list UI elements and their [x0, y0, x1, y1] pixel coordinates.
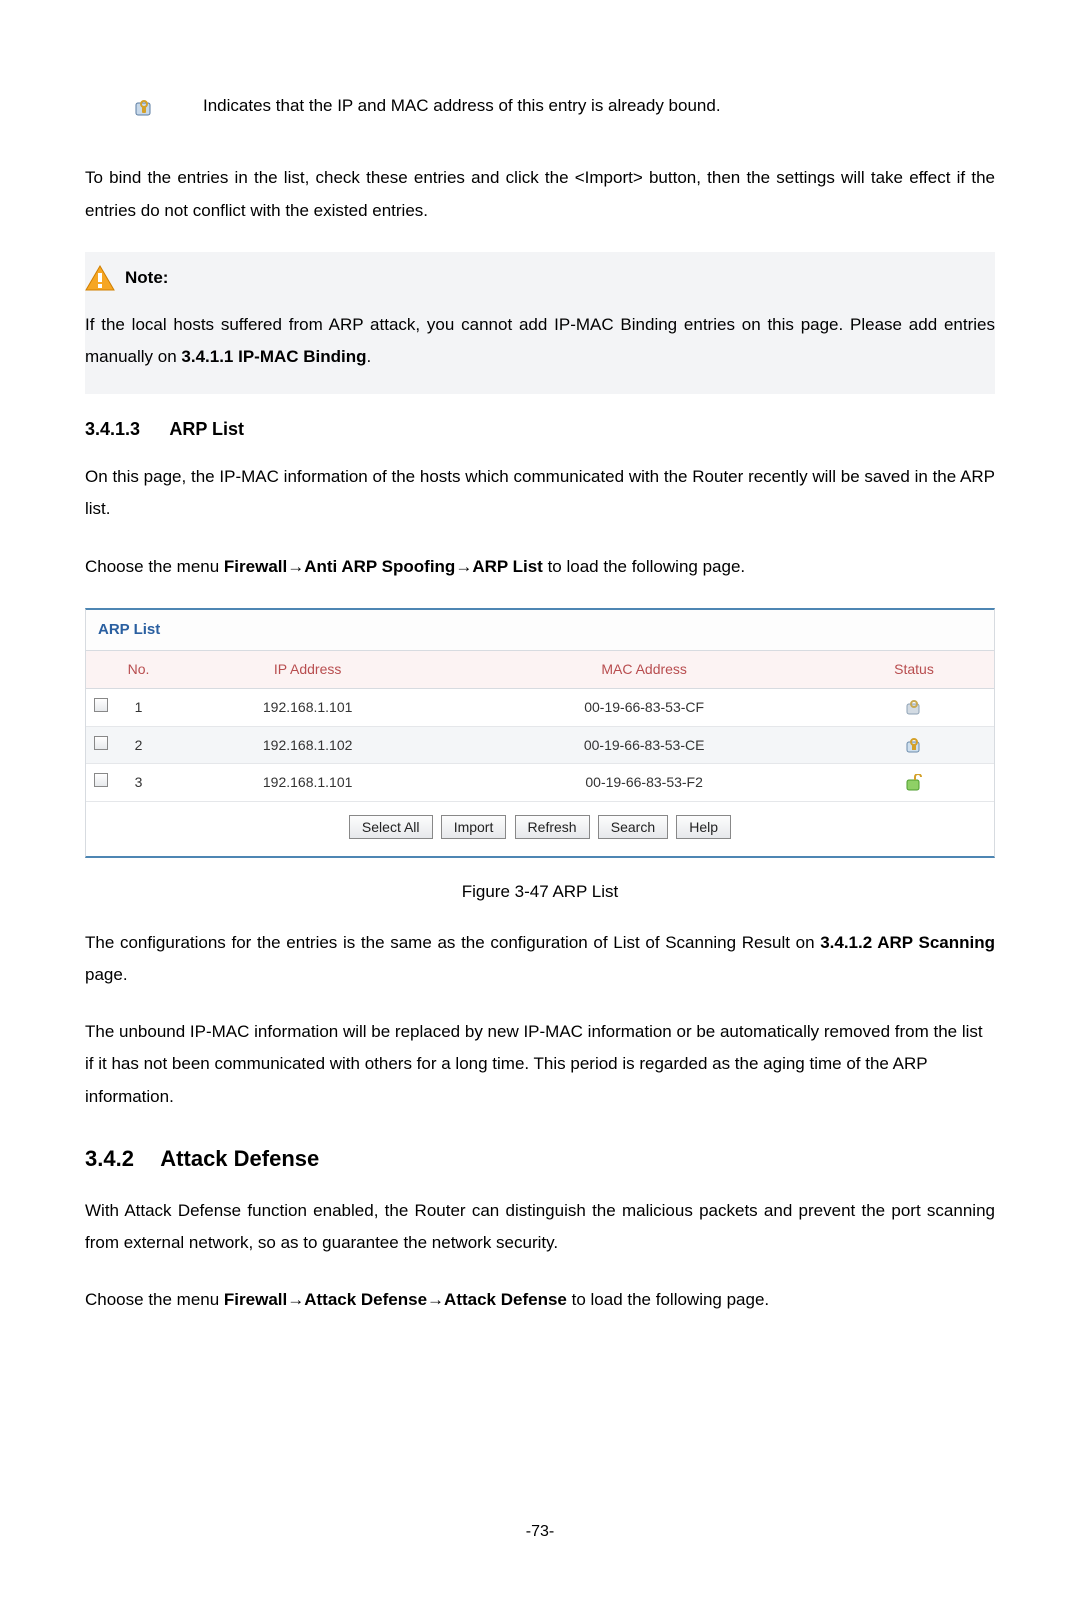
- cell-no: 3: [116, 764, 161, 802]
- figure-caption: Figure 3-47 ARP List: [85, 876, 995, 908]
- row-checkbox[interactable]: [94, 736, 108, 750]
- cell-status: [834, 688, 994, 726]
- cell-no: 1: [116, 688, 161, 726]
- cell-status: [834, 764, 994, 802]
- col-ip: IP Address: [161, 651, 454, 688]
- table-row: 1 192.168.1.101 00-19-66-83-53-CF: [86, 688, 994, 726]
- col-mac: MAC Address: [454, 651, 834, 688]
- note-text-c: .: [367, 347, 372, 366]
- col-status: Status: [834, 651, 994, 688]
- note-text-b: 3.4.1.1 IP-MAC Binding: [181, 347, 366, 366]
- col-checkbox: [86, 651, 116, 688]
- arp-list-title: ARP List: [86, 610, 994, 652]
- arp-button-row: Select All Import Refresh Search Help: [86, 802, 994, 857]
- help-button[interactable]: Help: [676, 815, 731, 839]
- arp-table: No. IP Address MAC Address Status 1 192.…: [86, 651, 994, 801]
- unbound-green-icon: [905, 774, 923, 792]
- page-number: -73-: [85, 1517, 995, 1547]
- heading-number: 3.4.2: [85, 1138, 155, 1180]
- cell-mac: 00-19-66-83-53-CF: [454, 688, 834, 726]
- bound-icon-legend: Indicates that the IP and MAC address of…: [85, 90, 995, 122]
- bound-gray-icon: [905, 699, 923, 717]
- heading-3-4-2: 3.4.2 Attack Defense: [85, 1138, 995, 1180]
- paragraph-config-same: The configurations for the entries is th…: [85, 927, 995, 992]
- note-block: Note: If the local hosts suffered from A…: [85, 252, 995, 394]
- bound-yellow-icon: [905, 737, 923, 755]
- cell-no: 2: [116, 726, 161, 764]
- heading-3-4-1-3: 3.4.1.3 ARP List: [85, 412, 995, 446]
- arp-list-panel: ARP List No. IP Address MAC Address Stat…: [85, 608, 995, 858]
- refresh-button[interactable]: Refresh: [515, 815, 590, 839]
- cell-ip: 192.168.1.101: [161, 764, 454, 802]
- cell-ip: 192.168.1.101: [161, 688, 454, 726]
- bound-icon: [135, 97, 153, 115]
- cell-mac: 00-19-66-83-53-F2: [454, 764, 834, 802]
- heading-title: ARP List: [169, 419, 244, 439]
- cell-ip: 192.168.1.102: [161, 726, 454, 764]
- row-checkbox[interactable]: [94, 773, 108, 787]
- warning-icon: [85, 265, 115, 291]
- table-row: 2 192.168.1.102 00-19-66-83-53-CE: [86, 726, 994, 764]
- paragraph-attack-defense: With Attack Defense function enabled, th…: [85, 1195, 995, 1260]
- paragraph-unbound-aging: The unbound IP-MAC information will be r…: [85, 1016, 995, 1113]
- search-button[interactable]: Search: [598, 815, 668, 839]
- cell-status: [834, 726, 994, 764]
- cell-mac: 00-19-66-83-53-CE: [454, 726, 834, 764]
- import-button[interactable]: Import: [441, 815, 507, 839]
- heading-number: 3.4.1.3: [85, 412, 165, 446]
- select-all-button[interactable]: Select All: [349, 815, 433, 839]
- col-no: No.: [116, 651, 161, 688]
- table-row: 3 192.168.1.101 00-19-66-83-53-F2: [86, 764, 994, 802]
- menu-path-1: Choose the menu Firewall→Anti ARP Spoofi…: [85, 551, 995, 583]
- heading-title: Attack Defense: [160, 1146, 319, 1171]
- bound-icon-desc: Indicates that the IP and MAC address of…: [203, 90, 721, 122]
- row-checkbox[interactable]: [94, 698, 108, 712]
- paragraph-arp-intro: On this page, the IP-MAC information of …: [85, 461, 995, 526]
- paragraph-bind-instructions: To bind the entries in the list, check t…: [85, 162, 995, 227]
- note-label: Note:: [125, 262, 168, 294]
- menu-path-2: Choose the menu Firewall→Attack Defense→…: [85, 1284, 995, 1316]
